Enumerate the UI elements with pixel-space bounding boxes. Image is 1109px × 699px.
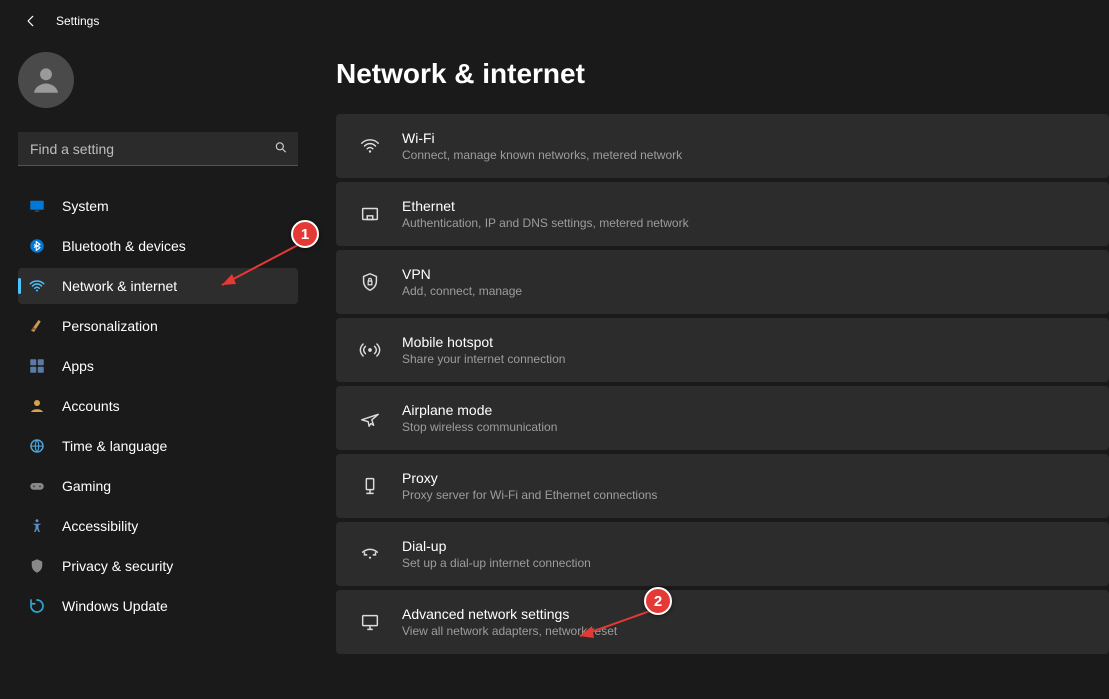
annotation-arrow-2	[568, 606, 658, 646]
globe-icon	[28, 437, 46, 455]
card-subtitle: Authentication, IP and DNS settings, met…	[402, 216, 689, 230]
card-vpn[interactable]: VPN Add, connect, manage	[336, 250, 1109, 314]
paintbrush-icon	[28, 317, 46, 335]
card-title: Airplane mode	[402, 402, 557, 418]
shield-lock-icon	[358, 271, 382, 293]
sidebar-item-label: Bluetooth & devices	[62, 238, 186, 254]
card-airplane-mode[interactable]: Airplane mode Stop wireless communicatio…	[336, 386, 1109, 450]
search-input[interactable]	[18, 132, 298, 166]
card-subtitle: Stop wireless communication	[402, 420, 557, 434]
search-box[interactable]	[18, 132, 298, 166]
annotation-arrow-1	[210, 240, 305, 295]
bluetooth-icon	[28, 237, 46, 255]
card-title: Ethernet	[402, 198, 689, 214]
card-title: VPN	[402, 266, 522, 282]
card-title: Wi-Fi	[402, 130, 682, 146]
card-proxy[interactable]: Proxy Proxy server for Wi-Fi and Etherne…	[336, 454, 1109, 518]
sidebar-item-label: Network & internet	[62, 278, 177, 294]
person-icon	[28, 397, 46, 415]
sidebar-item-accessibility[interactable]: Accessibility	[18, 508, 298, 544]
dialup-icon	[358, 543, 382, 565]
card-dial-up[interactable]: Dial-up Set up a dial-up internet connec…	[336, 522, 1109, 586]
wifi-icon	[358, 135, 382, 157]
sidebar-item-label: Accessibility	[62, 518, 138, 534]
update-icon	[28, 597, 46, 615]
search-icon	[274, 141, 288, 158]
sidebar-item-accounts[interactable]: Accounts	[18, 388, 298, 424]
card-title: Mobile hotspot	[402, 334, 565, 350]
page-title: Network & internet	[336, 58, 1109, 90]
sidebar-item-label: Windows Update	[62, 598, 168, 614]
sidebar-item-time-language[interactable]: Time & language	[18, 428, 298, 464]
title-bar: Settings	[0, 0, 1109, 34]
sidebar: System Bluetooth & devices Network & int…	[0, 34, 300, 699]
user-avatar[interactable]	[18, 52, 74, 108]
annotation-marker-2: 2	[644, 587, 672, 615]
sidebar-item-label: Personalization	[62, 318, 158, 334]
sidebar-item-label: System	[62, 198, 109, 214]
card-subtitle: Proxy server for Wi-Fi and Ethernet conn…	[402, 488, 657, 502]
main-content: Network & internet Wi-Fi Connect, manage…	[300, 34, 1109, 699]
airplane-icon	[358, 407, 382, 429]
sidebar-item-label: Privacy & security	[62, 558, 173, 574]
card-advanced-network[interactable]: Advanced network settings View all netwo…	[336, 590, 1109, 654]
card-subtitle: Connect, manage known networks, metered …	[402, 148, 682, 162]
annotation-marker-1: 1	[291, 220, 319, 248]
sidebar-item-label: Time & language	[62, 438, 167, 454]
monitor-icon	[358, 611, 382, 633]
sidebar-item-label: Apps	[62, 358, 94, 374]
gamepad-icon	[28, 477, 46, 495]
card-mobile-hotspot[interactable]: Mobile hotspot Share your internet conne…	[336, 318, 1109, 382]
accessibility-icon	[28, 517, 46, 535]
sidebar-item-label: Accounts	[62, 398, 120, 414]
shield-icon	[28, 557, 46, 575]
sidebar-item-gaming[interactable]: Gaming	[18, 468, 298, 504]
sidebar-item-apps[interactable]: Apps	[18, 348, 298, 384]
person-icon	[29, 63, 63, 97]
card-title: Proxy	[402, 470, 657, 486]
ethernet-icon	[358, 203, 382, 225]
wifi-icon	[28, 277, 46, 295]
card-subtitle: Set up a dial-up internet connection	[402, 556, 591, 570]
sidebar-item-system[interactable]: System	[18, 188, 298, 224]
sidebar-item-windows-update[interactable]: Windows Update	[18, 588, 298, 624]
card-subtitle: Share your internet connection	[402, 352, 565, 366]
settings-card-list: Wi-Fi Connect, manage known networks, me…	[336, 114, 1109, 654]
app-title: Settings	[56, 14, 99, 28]
card-subtitle: Add, connect, manage	[402, 284, 522, 298]
apps-icon	[28, 357, 46, 375]
sidebar-item-personalization[interactable]: Personalization	[18, 308, 298, 344]
sidebar-item-label: Gaming	[62, 478, 111, 494]
card-title: Dial-up	[402, 538, 591, 554]
back-button[interactable]	[24, 14, 38, 28]
display-icon	[28, 197, 46, 215]
sidebar-item-privacy[interactable]: Privacy & security	[18, 548, 298, 584]
card-ethernet[interactable]: Ethernet Authentication, IP and DNS sett…	[336, 182, 1109, 246]
back-arrow-icon	[24, 14, 38, 28]
hotspot-icon	[358, 339, 382, 361]
proxy-icon	[358, 475, 382, 497]
card-wifi[interactable]: Wi-Fi Connect, manage known networks, me…	[336, 114, 1109, 178]
